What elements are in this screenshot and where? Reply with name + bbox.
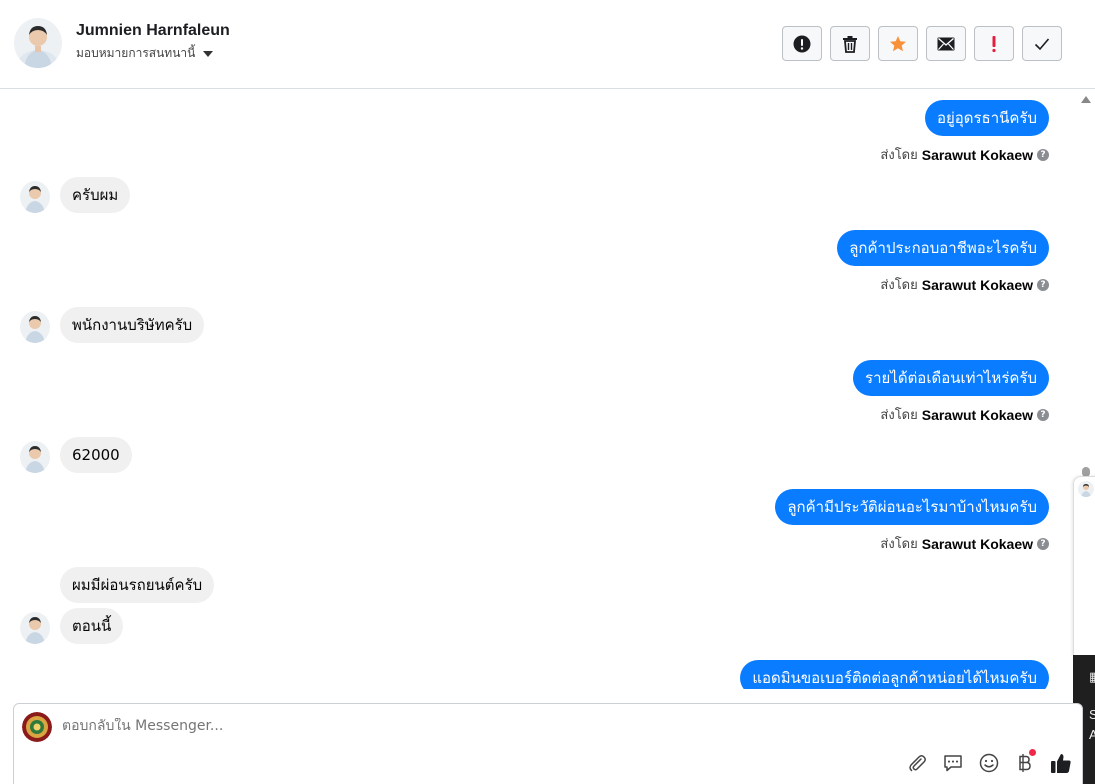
sent-by-prefix: ส่งโดย [880,408,918,423]
message-bubble[interactable]: ลูกค้ามีประวัติผ่อนอะไรมาบ้างไหมครับ [775,489,1049,525]
trash-icon [843,35,857,53]
conversation-toolbar [782,26,1062,61]
contact-avatar-small[interactable] [20,441,50,473]
message-bubble[interactable]: รายได้ต่อเดือนเท่าไหร่ครับ [853,360,1049,396]
reply-input[interactable] [62,718,962,734]
chat-bubble-icon [944,755,962,772]
scroll-up-arrow-icon[interactable] [1081,96,1091,103]
contact-avatar-small[interactable] [20,181,50,213]
check-icon [1034,37,1050,50]
sent-by-label: ส่งโดย Sarawut Kokaew ? [880,144,1049,165]
report-spam-button[interactable] [782,26,822,61]
exclamation-circle-icon [793,35,811,52]
composer-toolbar [906,749,1072,774]
message-bubble[interactable]: ผมมีผ่อนรถยนต์ครับ [60,567,215,603]
sent-by-prefix: ส่งโดย [880,278,918,293]
side-text-line-2: A [1089,727,1095,742]
sent-by-label: ส่งโดย Sarawut Kokaew ? [880,274,1049,295]
contact-name[interactable]: Jumnien Harnfaleun [76,22,230,40]
sent-by-prefix: ส่งโดย [880,537,918,552]
page-avatar [22,712,52,742]
assign-label: มอบหมายการสนทนานี้ [76,46,196,60]
message-outgoing: ลูกค้ามีประวัติผ่อนอะไรมาบ้างไหมครับ ส่ง… [775,489,1049,554]
message-incoming: ตอนนี้ [60,608,124,644]
baht-icon [1019,754,1031,772]
like-button[interactable] [1050,752,1072,774]
message-incoming: ผมมีผ่อนรถยนต์ครับ [60,567,215,603]
delete-button[interactable] [830,26,870,61]
help-icon[interactable]: ? [1037,278,1049,291]
message-bubble[interactable]: แอดมินขอเบอร์ติดต่อลูกค้าหน่อยได้ไหมครับ [740,660,1049,689]
calendar-icon: ▦ [1089,669,1095,685]
message-outgoing: แอดมินขอเบอร์ติดต่อลูกค้าหน่อยได้ไหมครับ [740,660,1049,689]
exclamation-icon [992,35,996,52]
sender-name: Sarawut Kokaew [921,406,1033,423]
star-button[interactable] [878,26,918,61]
message-bubble[interactable]: พนักงานบริษัทครับ [60,307,205,343]
help-icon[interactable]: ? [1037,537,1049,550]
sent-by-label: ส่งโดย Sarawut Kokaew ? [880,533,1049,554]
help-icon[interactable]: ? [1037,408,1049,421]
attach-button[interactable] [906,752,928,774]
contact-avatar-small[interactable] [20,311,50,343]
message-bubble[interactable]: ลูกค้าประกอบอาชีพอะไรครับ [837,230,1049,266]
message-outgoing: ลูกค้าประกอบอาชีพอะไรครับ ส่งโดย Sarawut… [837,230,1049,295]
message-thread[interactable]: อยู่อุดรธานีครับ ส่งโดย Sarawut Kokaew ?… [0,89,1080,689]
smiley-icon [979,753,999,773]
sender-name: Sarawut Kokaew [921,535,1033,552]
contact-avatar[interactable] [14,18,62,68]
follow-up-button[interactable] [974,26,1014,61]
paperclip-icon [909,755,926,772]
envelope-icon [937,37,955,50]
mark-done-button[interactable] [1022,26,1062,61]
message-outgoing: อยู่อุดรธานีครับ ส่งโดย Sarawut Kokaew ? [880,100,1049,165]
help-icon[interactable]: ? [1037,148,1049,161]
message-composer [13,703,1083,784]
sent-by-label: ส่งโดย Sarawut Kokaew ? [880,404,1049,425]
saved-replies-button[interactable] [942,752,964,774]
sender-name: Sarawut Kokaew [921,276,1033,293]
message-incoming: ครับผม [60,177,131,213]
sent-by-prefix: ส่งโดย [880,148,918,163]
conversation-header: Jumnien Harnfaleun มอบหมายการสนทนานี้ [0,0,1095,89]
message-incoming: พนักงานบริษัทครับ [60,307,205,343]
payment-button[interactable] [1014,749,1036,774]
thumbs-up-icon [1051,754,1071,773]
message-bubble[interactable]: ตอนนี้ [60,608,124,644]
emoji-button[interactable] [978,752,1000,774]
star-icon [890,35,906,51]
side-chat-popup[interactable] [1073,476,1095,656]
message-outgoing: รายได้ต่อเดือนเท่าไหร่ครับ ส่งโดย Sarawu… [853,360,1049,425]
message-incoming: 62000 [60,437,132,473]
caret-down-icon [203,50,214,57]
popup-avatar[interactable] [1078,481,1094,497]
sender-name: Sarawut Kokaew [921,146,1033,163]
notification-dot [1029,749,1036,756]
side-text-line-1: S [1089,707,1095,722]
contact-avatar-small[interactable] [20,612,50,644]
message-bubble[interactable]: 62000 [60,437,132,473]
mark-unread-button[interactable] [926,26,966,61]
message-bubble[interactable]: อยู่อุดรธานีครับ [924,100,1049,136]
message-bubble[interactable]: ครับผม [60,177,131,213]
assign-conversation-dropdown[interactable]: มอบหมายการสนทนานี้ [76,44,214,63]
